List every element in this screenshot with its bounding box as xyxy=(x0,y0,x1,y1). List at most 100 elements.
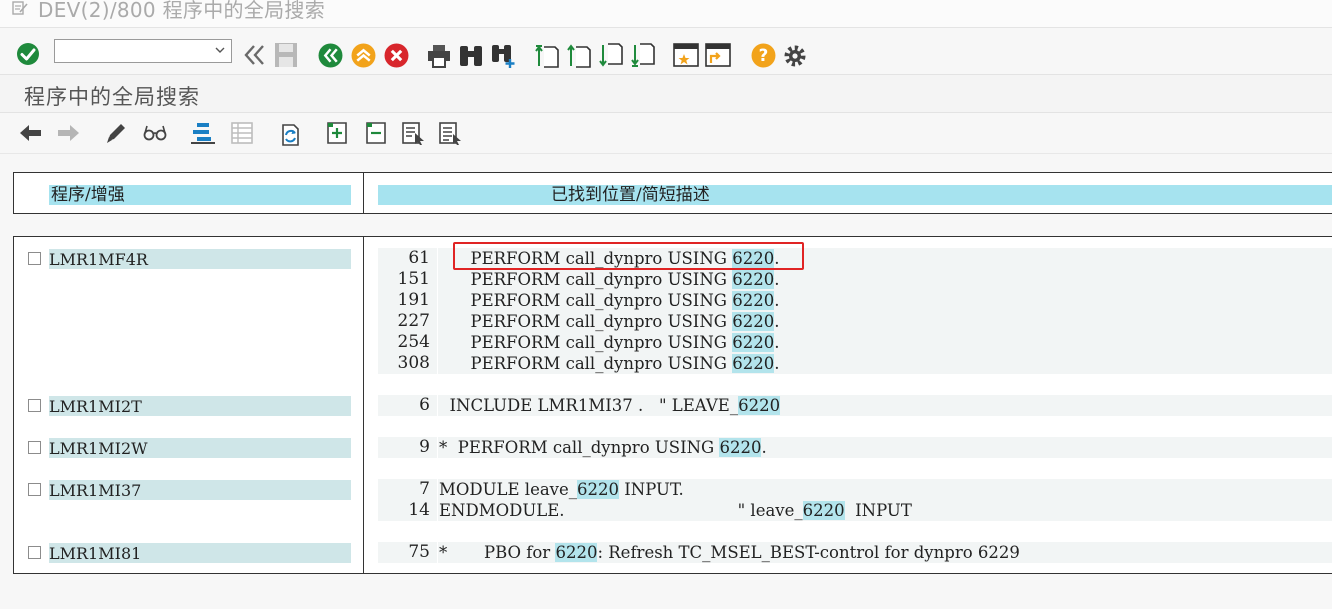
settings-icon[interactable] xyxy=(782,43,808,69)
save-icon[interactable] xyxy=(274,42,298,68)
standard-toolbar: ? xyxy=(0,32,1332,75)
window-title-bar: DEV(2)/800 程序中的全局搜索 xyxy=(0,0,1332,28)
back-double-icon[interactable] xyxy=(243,44,267,66)
edit-pencil-icon[interactable] xyxy=(104,121,128,145)
program-name[interactable]: LMR1MI2T xyxy=(49,396,351,416)
line-number-separator xyxy=(437,248,438,269)
code-text: . xyxy=(774,291,780,310)
back-arrow-icon[interactable] xyxy=(19,123,43,143)
line-number: 75 xyxy=(408,542,430,562)
line-number: 151 xyxy=(397,269,430,289)
exit-icon[interactable] xyxy=(351,43,376,68)
source-code-line[interactable]: PERFORM call_dynpro USING 6220. xyxy=(439,269,779,290)
source-code-line[interactable]: INCLUDE LMR1MI37 . " LEAVE_6220 xyxy=(439,395,781,416)
search-hit: 6220 xyxy=(732,354,775,373)
line-number-separator xyxy=(437,353,438,374)
code-text: INPUT xyxy=(844,501,912,520)
select-checkbox[interactable] xyxy=(28,546,41,559)
line-number-separator xyxy=(437,290,438,311)
code-text: PERFORM call_dynpro USING xyxy=(439,270,733,289)
source-code-line[interactable]: PERFORM call_dynpro USING 6220. xyxy=(439,332,779,353)
program-name[interactable]: LMR1MI2W xyxy=(49,438,351,458)
last-page-icon[interactable] xyxy=(631,42,655,68)
code-text: . xyxy=(774,333,780,352)
column-header-program[interactable]: 程序/增强 xyxy=(49,185,351,205)
select-checkbox[interactable] xyxy=(28,252,41,265)
command-input[interactable] xyxy=(59,41,213,63)
source-code-line[interactable]: * PERFORM call_dynpro USING 6220. xyxy=(439,437,767,458)
highlight-annotation xyxy=(453,242,804,270)
collapse-icon[interactable] xyxy=(364,121,388,145)
line-number-separator xyxy=(437,500,438,521)
line-number: 308 xyxy=(397,353,430,373)
help-icon[interactable]: ? xyxy=(751,43,776,68)
enter-icon[interactable] xyxy=(16,42,40,66)
chevron-down-icon[interactable] xyxy=(214,44,226,56)
search-hit: 6220 xyxy=(732,291,775,310)
code-text: PERFORM call_dynpro USING xyxy=(439,312,733,331)
shortcut-icon[interactable] xyxy=(705,42,731,68)
first-page-icon[interactable] xyxy=(535,42,559,68)
column-divider xyxy=(363,173,364,213)
line-number-separator xyxy=(437,542,438,563)
application-toolbar xyxy=(0,113,1332,154)
source-code-line[interactable]: MODULE leave_6220 INPUT. xyxy=(439,479,684,500)
program-name[interactable]: LMR1MI37 xyxy=(49,480,351,500)
search-hit: 6220 xyxy=(732,312,775,331)
command-field[interactable] xyxy=(54,39,232,63)
search-hit: 6220 xyxy=(719,438,762,457)
code-text: PERFORM call_dynpro USING xyxy=(439,333,733,352)
code-text: * PBO for xyxy=(439,543,556,562)
find-icon[interactable] xyxy=(458,43,484,68)
program-name[interactable]: LMR1MF4R xyxy=(49,249,351,269)
source-code-line[interactable]: * PBO for 6220: Refresh TC_MSEL_BEST-con… xyxy=(439,542,1020,563)
select-checkbox[interactable] xyxy=(28,483,41,496)
back-icon[interactable] xyxy=(318,43,343,68)
select-checkbox[interactable] xyxy=(28,399,41,412)
line-number-separator xyxy=(437,311,438,332)
print-icon[interactable] xyxy=(427,44,451,68)
line-number: 6 xyxy=(419,395,430,415)
result-header: 程序/增强 已找到位置/简短描述 xyxy=(13,172,1332,214)
select-checkbox[interactable] xyxy=(28,441,41,454)
previous-page-icon[interactable] xyxy=(567,42,591,68)
display-glasses-icon[interactable] xyxy=(143,123,167,143)
line-number-separator xyxy=(437,269,438,290)
source-code-line[interactable]: PERFORM call_dynpro USING 6220. xyxy=(439,353,779,374)
code-text: . xyxy=(774,312,780,331)
hierarchy-icon[interactable] xyxy=(191,121,215,145)
forward-arrow-icon[interactable] xyxy=(56,123,80,143)
page-heading-bar: 程序中的全局搜索 xyxy=(0,75,1332,113)
search-hit: 6220 xyxy=(555,543,598,562)
deselect-icon[interactable] xyxy=(439,121,463,145)
line-number: 9 xyxy=(419,437,430,457)
code-text: PERFORM call_dynpro USING xyxy=(439,354,733,373)
line-number-separator xyxy=(437,332,438,353)
code-text: . xyxy=(761,438,767,457)
next-page-icon[interactable] xyxy=(599,42,623,68)
line-number: 191 xyxy=(397,290,430,310)
program-name[interactable]: LMR1MI81 xyxy=(49,543,351,563)
table-icon[interactable] xyxy=(230,121,254,145)
code-text: . xyxy=(774,354,780,373)
divider xyxy=(0,27,1332,28)
code-text: * PERFORM call_dynpro USING xyxy=(439,438,720,457)
select-icon[interactable] xyxy=(402,121,426,145)
source-code-line[interactable]: PERFORM call_dynpro USING 6220. xyxy=(439,290,779,311)
svg-text:?: ? xyxy=(759,46,769,65)
line-number: 14 xyxy=(408,500,430,520)
create-session-icon[interactable] xyxy=(673,42,699,68)
code-text: ENDMODULE. " leave_ xyxy=(439,501,803,520)
line-number-separator xyxy=(437,479,438,500)
find-next-icon[interactable] xyxy=(491,43,517,69)
line-number: 227 xyxy=(397,311,430,331)
refresh-icon[interactable] xyxy=(278,121,302,147)
code-text: : Refresh TC_MSEL_BEST-control for dynpr… xyxy=(597,543,1020,562)
column-header-location[interactable]: 已找到位置/简短描述 xyxy=(378,185,1332,205)
source-code-line[interactable]: ENDMODULE. " leave_6220 INPUT xyxy=(439,500,912,521)
cancel-icon[interactable] xyxy=(384,43,409,68)
code-text: INCLUDE LMR1MI37 . " LEAVE_ xyxy=(439,396,739,415)
expand-icon[interactable] xyxy=(325,121,349,145)
line-number-separator xyxy=(437,395,438,416)
source-code-line[interactable]: PERFORM call_dynpro USING 6220. xyxy=(439,311,779,332)
